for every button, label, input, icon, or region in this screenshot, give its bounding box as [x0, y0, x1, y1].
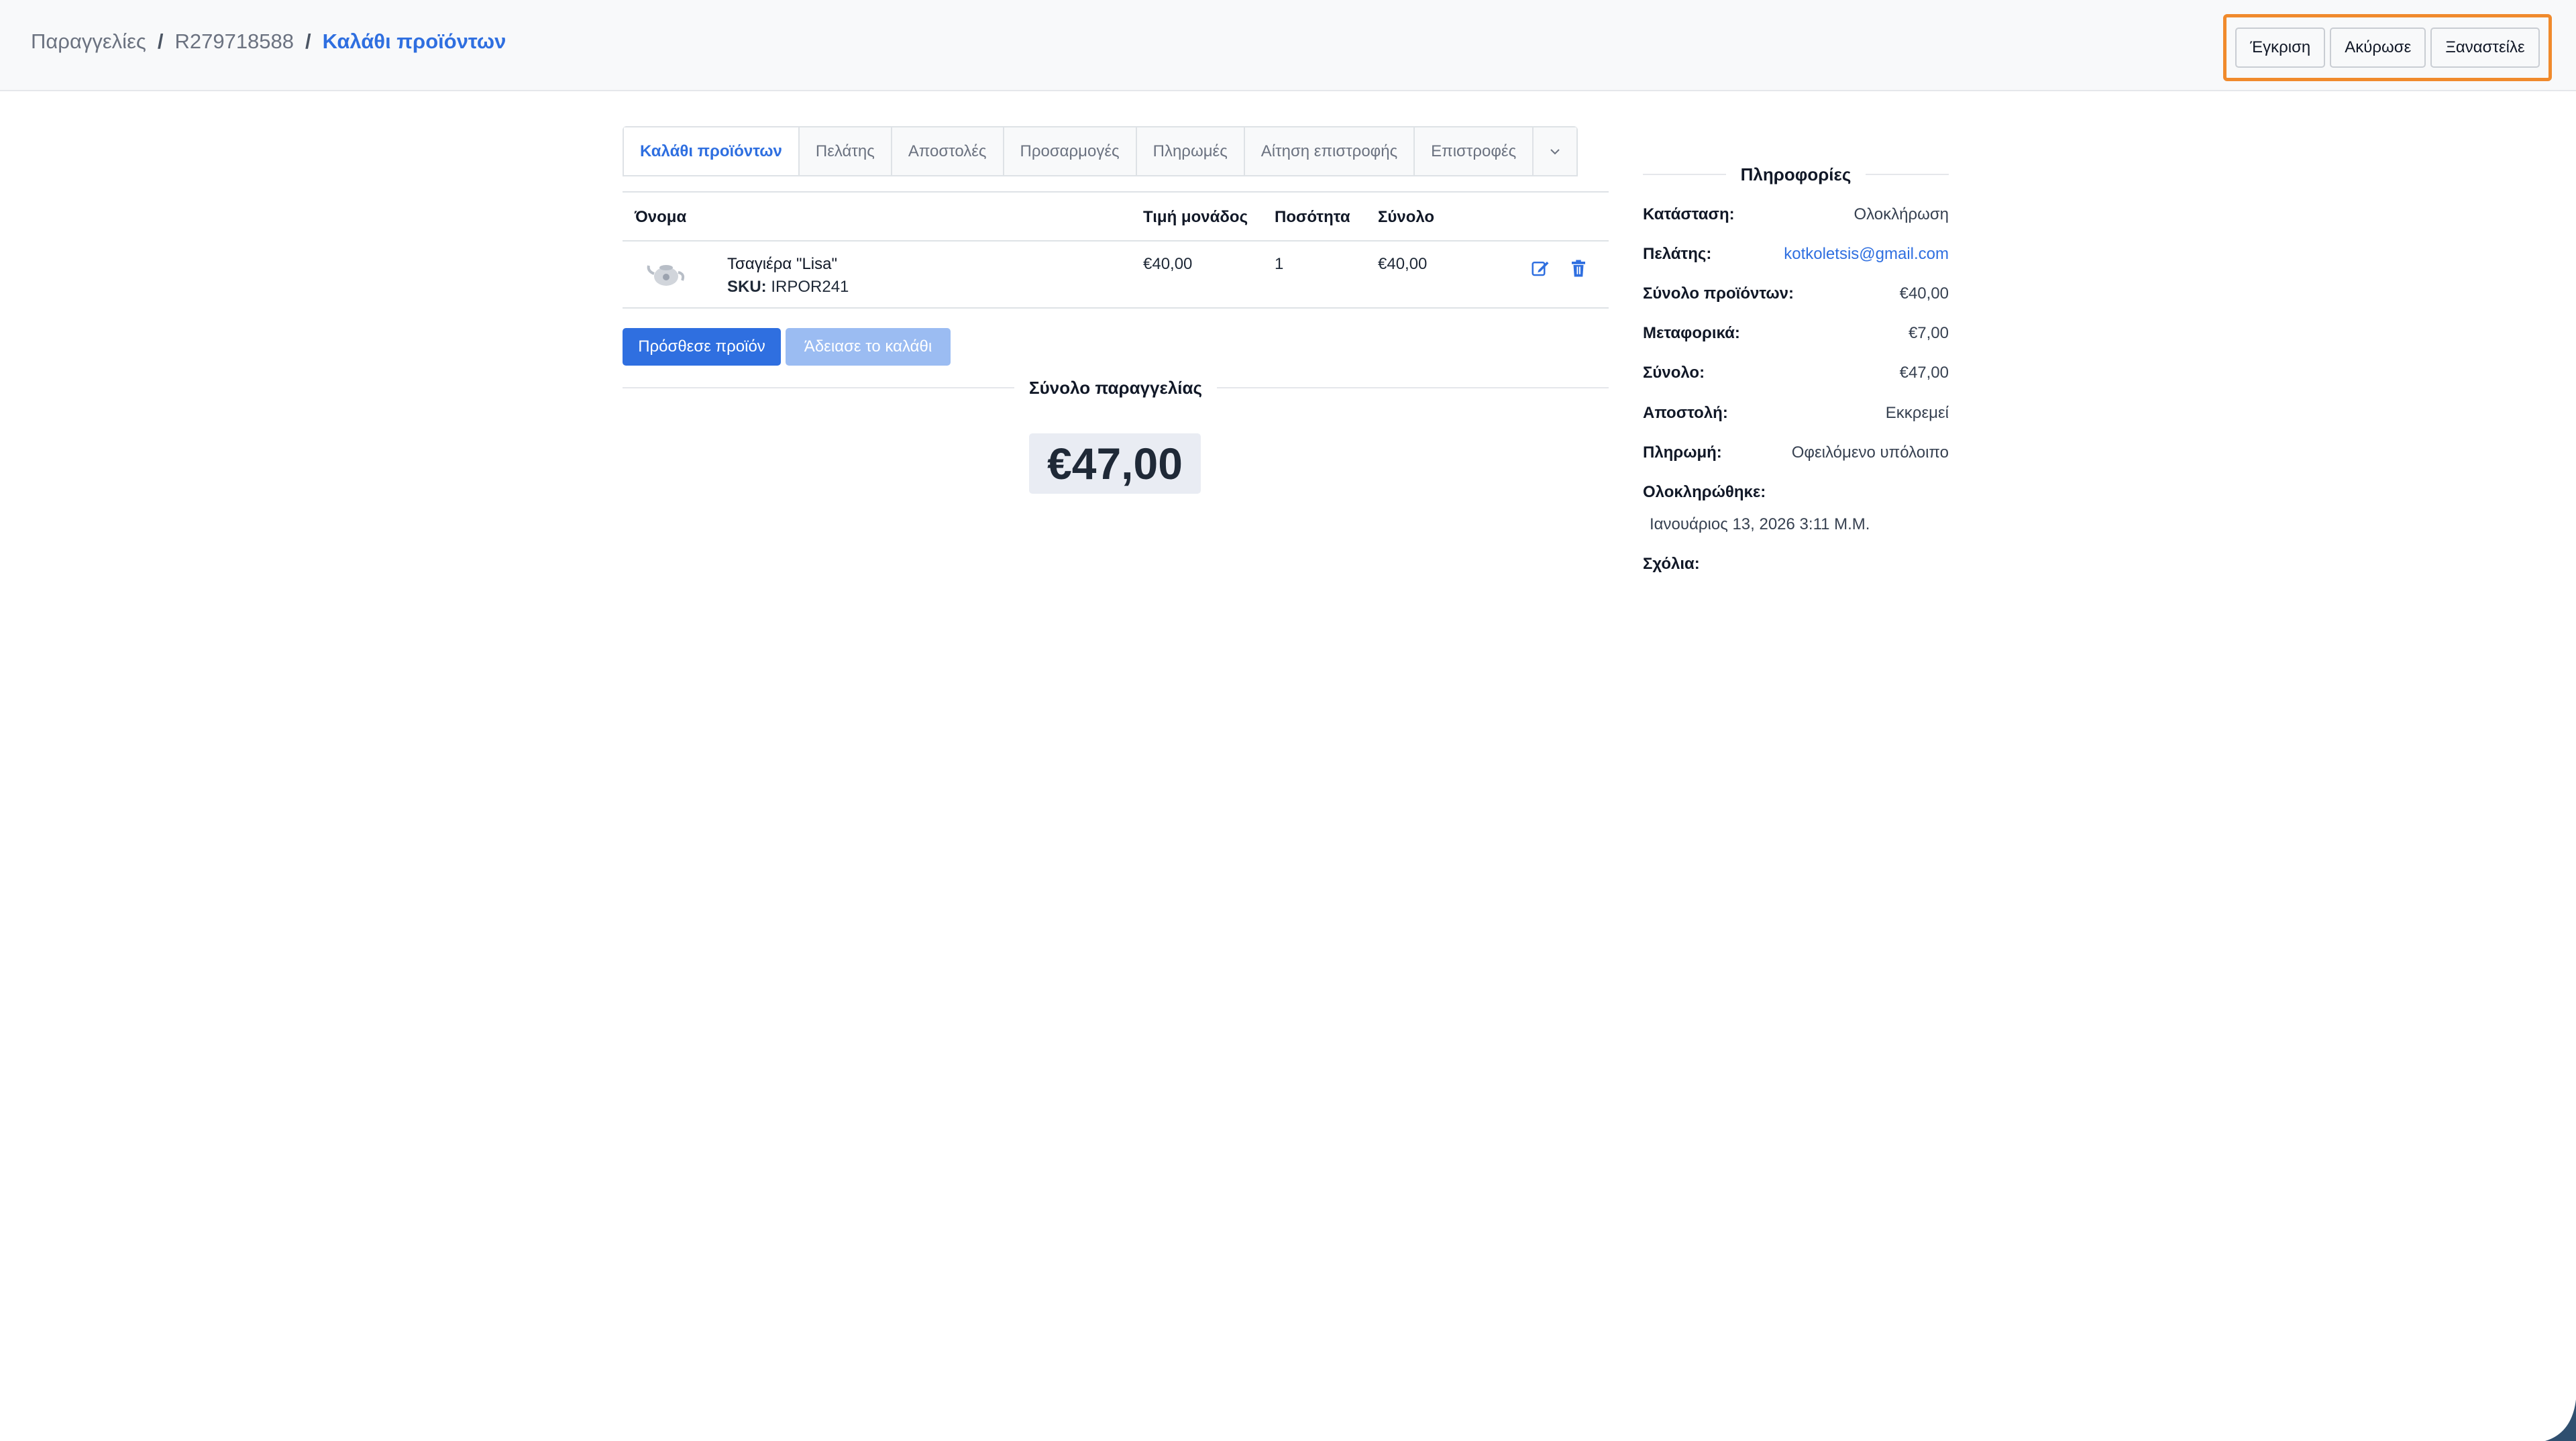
- table-header: Όνομα Τιμή μονάδος Ποσότητα Σύνολο: [623, 191, 1609, 242]
- corner-decoration: [2545, 1399, 2576, 1441]
- info-title: Πληροφορίες: [1740, 164, 1851, 184]
- trash-icon[interactable]: [1568, 258, 1589, 278]
- divider-line: [1643, 174, 1726, 175]
- add-product-button[interactable]: Πρόσθεσε προϊόν: [623, 328, 781, 366]
- order-total-amount: €47,00: [1029, 433, 1201, 494]
- info-heading: Πληροφορίες: [1643, 162, 1949, 186]
- empty-cart-button[interactable]: Άδειασε το καλάθι: [786, 328, 951, 366]
- resend-button[interactable]: Ξαναστείλε: [2430, 28, 2540, 68]
- sku-label: SKU:: [727, 278, 767, 296]
- completed-label: Ολοκληρώθηκε:: [1643, 483, 1766, 501]
- tab-adjustments[interactable]: Προσαρμογές: [1004, 127, 1137, 175]
- quantity: 1: [1275, 255, 1284, 273]
- breadcrumb-separator: /: [157, 30, 164, 53]
- tab-returns[interactable]: Επιστροφές: [1415, 127, 1534, 175]
- column-header-quantity: Ποσότητα: [1275, 208, 1350, 226]
- status-label: Κατάσταση:: [1643, 205, 1735, 223]
- breadcrumb-current: Καλάθι προϊόντων: [322, 30, 506, 53]
- tab-customer[interactable]: Πελάτης: [799, 127, 892, 175]
- order-actions-group: Έγκριση Ακύρωσε Ξαναστείλε: [2223, 14, 2552, 81]
- breadcrumb-orders-link[interactable]: Παραγγελίες: [31, 30, 146, 54]
- column-header-name: Όνομα: [635, 208, 687, 226]
- cancel-order-button[interactable]: Ακύρωσε: [2330, 28, 2426, 68]
- approve-button[interactable]: Έγκριση: [2235, 28, 2326, 68]
- edit-icon[interactable]: [1530, 258, 1550, 278]
- total-label: Σύνολο:: [1643, 364, 1705, 382]
- unit-price: €40,00: [1143, 255, 1193, 273]
- sku-value: IRPOR241: [771, 278, 849, 296]
- divider-line: [1866, 174, 1949, 175]
- comments-label: Σχόλια:: [1643, 555, 1700, 573]
- tab-shipments[interactable]: Αποστολές: [892, 127, 1004, 175]
- breadcrumb-separator: /: [305, 30, 311, 53]
- customer-email-link[interactable]: kotkoletsis@gmail.com: [1784, 245, 1949, 264]
- chevron-down-icon: [1550, 148, 1560, 154]
- tab-cart[interactable]: Καλάθι προϊόντων: [624, 127, 800, 175]
- status-value: Ολοκλήρωση: [1854, 205, 1949, 223]
- column-header-total: Σύνολο: [1378, 208, 1435, 226]
- shipment-value: Εκκρεμεί: [1885, 404, 1949, 422]
- cart-table: Όνομα Τιμή μονάδος Ποσότητα Σύνολο Τσαγι…: [623, 191, 1609, 309]
- divider-line: [623, 387, 1014, 388]
- table-row: Τσαγιέρα "Lisa" SKU: IRPOR241 €40,00 1 €…: [623, 242, 1609, 309]
- items-total-value: €40,00: [1899, 284, 1949, 303]
- tabs-more-dropdown[interactable]: [1534, 127, 1577, 175]
- top-bar: Παραγγελίες / R279718588 / Καλάθι προϊόν…: [0, 0, 2576, 91]
- divider-line: [1217, 387, 1609, 388]
- teapot-icon: [647, 265, 685, 286]
- payment-value: Οφειλόμενο υπόλοιπο: [1791, 443, 1949, 462]
- completed-date: Ιανουάριος 13, 2026 3:11 Μ.Μ.: [1650, 515, 1870, 533]
- shipping-value: €7,00: [1908, 324, 1949, 342]
- order-total-heading: Σύνολο παραγγελίας: [623, 376, 1609, 400]
- product-name: Τσαγιέρα "Lisa": [727, 255, 838, 273]
- payment-label: Πληρωμή:: [1643, 443, 1722, 462]
- breadcrumb-order-link[interactable]: R279718588: [174, 30, 294, 54]
- breadcrumb: Παραγγελίες / R279718588 / Καλάθι προϊόν…: [31, 30, 506, 54]
- line-total: €40,00: [1378, 255, 1428, 273]
- order-tabs: Καλάθι προϊόντων Πελάτης Αποστολές Προσα…: [623, 126, 1578, 176]
- product-sku: SKU: IRPOR241: [727, 278, 849, 297]
- order-total-title: Σύνολο παραγγελίας: [1029, 377, 1203, 398]
- shipping-label: Μεταφορικά:: [1643, 324, 1740, 342]
- items-total-label: Σύνολο προϊόντων:: [1643, 284, 1794, 303]
- tab-return-request[interactable]: Αίτηση επιστροφής: [1244, 127, 1415, 175]
- tab-payments[interactable]: Πληρωμές: [1136, 127, 1245, 175]
- shipment-label: Αποστολή:: [1643, 404, 1728, 422]
- total-value: €47,00: [1899, 364, 1949, 382]
- column-header-unit-price: Τιμή μονάδος: [1143, 208, 1248, 226]
- customer-label: Πελάτης:: [1643, 245, 1712, 263]
